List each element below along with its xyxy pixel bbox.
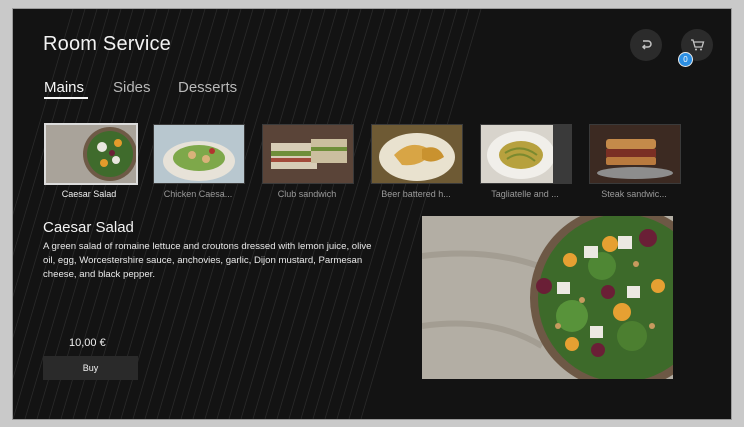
club-sandwich-image	[263, 125, 353, 183]
menu-item-club-sandwich[interactable]	[262, 124, 354, 184]
tab-desserts[interactable]: Desserts	[178, 79, 237, 96]
cart-icon	[690, 39, 704, 51]
buy-button[interactable]: Buy	[43, 356, 138, 380]
dish-title: Caesar Salad	[43, 219, 134, 236]
menu-item-label: Tagliatelle and ...	[491, 189, 559, 199]
active-tab-indicator	[44, 97, 88, 99]
caesar-salad-image	[46, 125, 136, 183]
steak-sandwich-image	[590, 125, 680, 183]
menu-item-label: Chicken Caesa...	[163, 189, 233, 199]
room-service-screen: Room Service 0 Mains Sides Desserts Caes…	[13, 9, 731, 419]
back-button[interactable]	[630, 29, 662, 61]
beer-battered-image	[372, 125, 462, 183]
dish-description: A green salad of romaine lettuce and cro…	[43, 241, 372, 280]
menu-item-caesar-salad[interactable]	[44, 123, 138, 185]
menu-item-label: Beer battered h...	[381, 189, 451, 199]
menu-item-label: Steak sandwic...	[601, 189, 667, 199]
return-arrow-icon	[641, 40, 652, 50]
tagliatelle-image	[481, 125, 571, 183]
menu-item-label: Caesar Salad	[61, 189, 117, 199]
tab-mains[interactable]: Mains	[44, 79, 84, 96]
dish-hero-image	[422, 216, 673, 379]
cart-count-badge: 0	[678, 52, 693, 67]
menu-item-label: Club sandwich	[277, 189, 337, 199]
dish-price: 10,00 €	[69, 337, 106, 349]
menu-item-tagliatelle[interactable]	[480, 124, 572, 184]
page-title: Room Service	[43, 33, 171, 55]
menu-item-chicken-caesar[interactable]	[153, 124, 245, 184]
menu-item-steak-sandwich[interactable]	[589, 124, 681, 184]
menu-item-beer-battered[interactable]	[371, 124, 463, 184]
chicken-caesar-image	[154, 125, 244, 183]
tab-sides[interactable]: Sides	[113, 79, 151, 96]
